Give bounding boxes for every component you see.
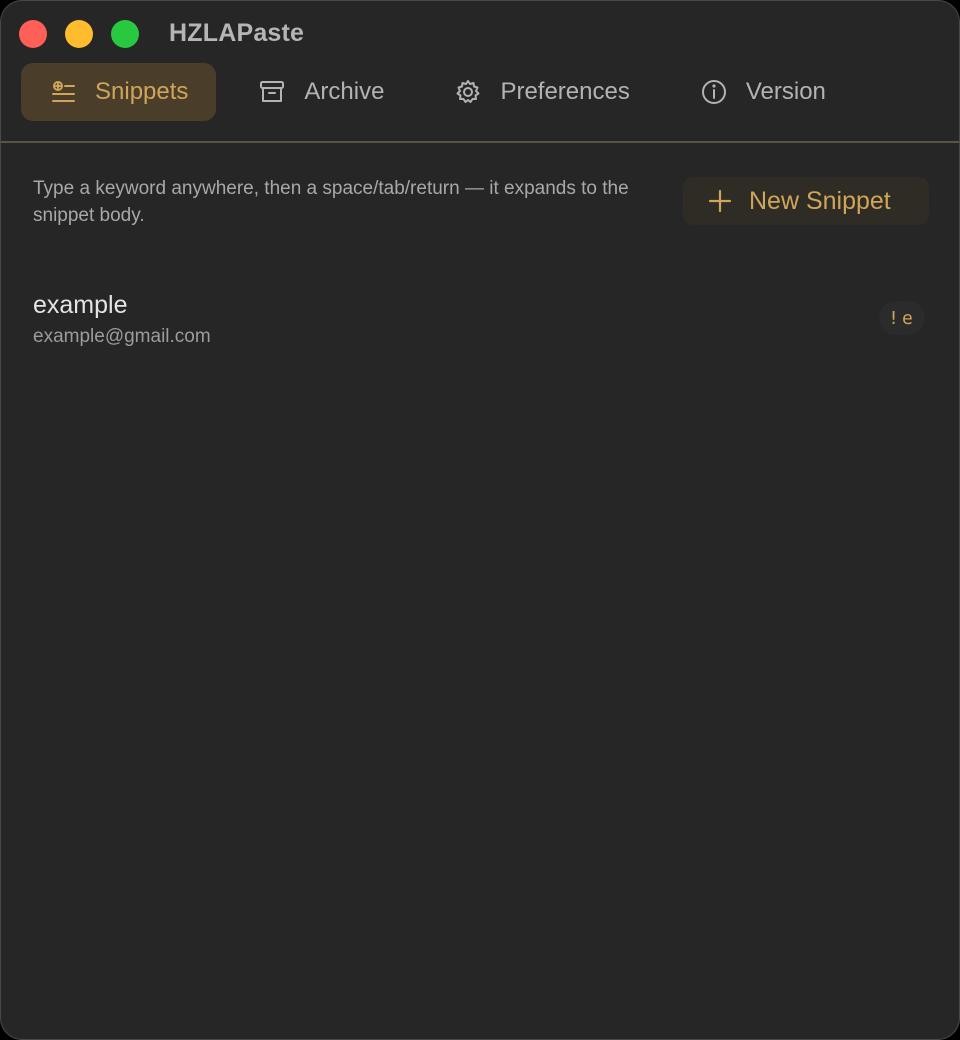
archive-icon: [258, 78, 286, 106]
tab-version[interactable]: Version: [672, 63, 854, 121]
gear-icon: [454, 78, 482, 106]
titlebar: HZLAPaste: [1, 1, 959, 63]
snippet-body: example@gmail.com: [33, 326, 211, 347]
plus-icon: [707, 188, 733, 214]
snippet-list-item[interactable]: example example@gmail.com !e: [1, 277, 959, 361]
tab-label: Version: [745, 78, 826, 105]
snippet-name: example: [33, 291, 128, 319]
new-snippet-label: New Snippet: [749, 186, 891, 215]
header-divider: [1, 141, 959, 143]
snippets-hint-text: Type a keyword anywhere, then a space/ta…: [33, 178, 629, 226]
app-title: HZLAPaste: [169, 19, 305, 47]
tab-label: Preferences: [500, 78, 630, 105]
tab-preferences[interactable]: Preferences: [426, 63, 657, 121]
tab-archive[interactable]: Archive: [230, 63, 412, 121]
tab-label: Snippets: [95, 78, 189, 105]
info-icon: [700, 78, 728, 106]
new-snippet-button[interactable]: New Snippet: [683, 177, 929, 225]
app-window: HZLAPaste Snippets Archive Preferences V…: [0, 0, 960, 1040]
close-window-button[interactable]: [19, 20, 47, 48]
tab-bar: Snippets Archive Preferences Version: [21, 63, 868, 121]
maximize-window-button[interactable]: [111, 20, 139, 48]
tab-label: Archive: [304, 78, 385, 105]
minimize-window-button[interactable]: [65, 20, 93, 48]
tab-snippets[interactable]: Snippets: [21, 63, 217, 121]
snippet-keyword-badge: !e: [879, 301, 925, 335]
snippets-icon: [49, 78, 77, 106]
